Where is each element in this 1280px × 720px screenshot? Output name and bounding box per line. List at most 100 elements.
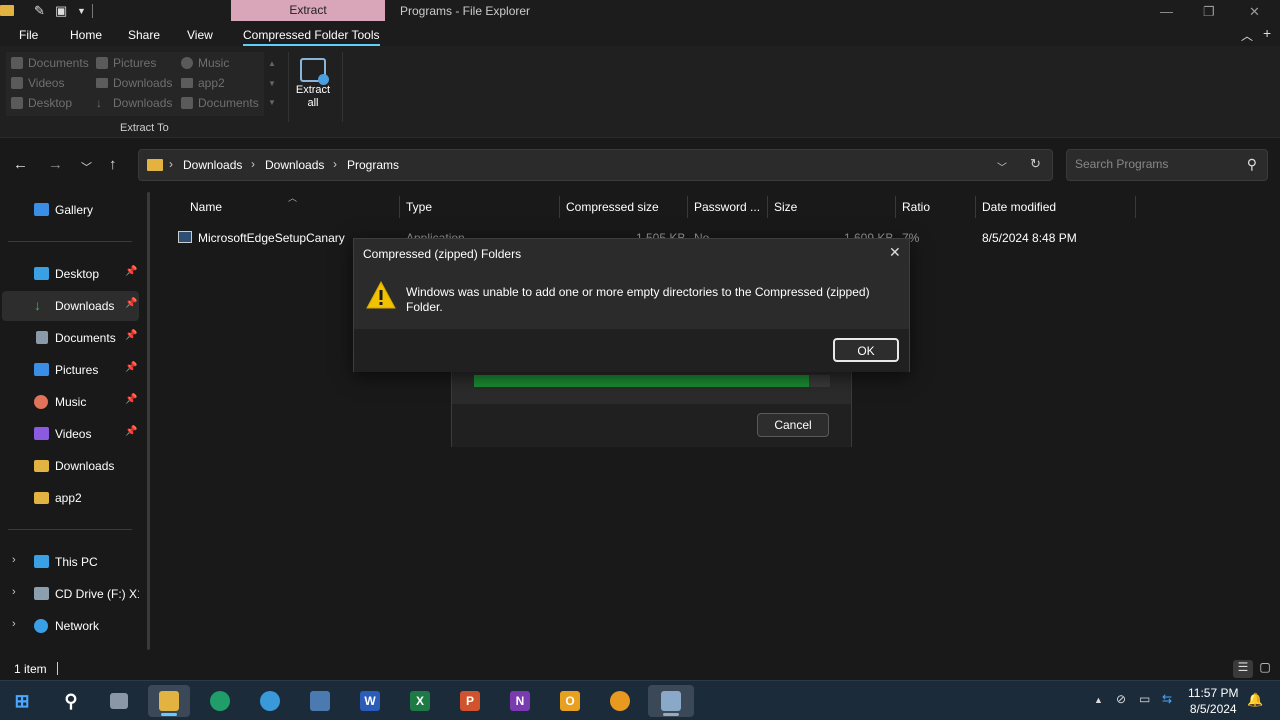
taskbar-zip-dialog[interactable]	[648, 685, 694, 717]
task-view-button[interactable]	[102, 685, 138, 717]
close-icon[interactable]: ✕	[1249, 4, 1260, 20]
taskbar-ball-app[interactable]	[602, 685, 638, 717]
details-view-icon[interactable]: ☰	[1233, 660, 1253, 678]
gallery-scroll-down-icon[interactable]: ▼	[268, 79, 276, 88]
column-header-name[interactable]: Name	[190, 200, 222, 214]
extract-all-button[interactable]: Extract all	[290, 58, 336, 110]
search-box[interactable]: ⚲	[1066, 149, 1268, 181]
pin-icon[interactable]: 📌	[125, 426, 137, 437]
ok-button[interactable]: OK	[833, 338, 899, 362]
clock[interactable]: 11:57 PM 8/5/2024	[1188, 685, 1238, 717]
column-header-password[interactable]: Password ...	[694, 200, 760, 214]
taskbar-outlook[interactable]: O	[552, 685, 588, 717]
expand-chevron-icon[interactable]: ›	[12, 618, 16, 630]
gallery-scroll-up-icon[interactable]: ▲	[268, 59, 276, 68]
properties-icon[interactable]: ✎	[34, 3, 45, 19]
maximize-icon[interactable]: ❐	[1203, 4, 1215, 20]
column-divider[interactable]	[559, 196, 560, 218]
pin-icon[interactable]: 📌	[125, 298, 137, 309]
tab-home[interactable]: Home	[70, 28, 102, 42]
sidebar-item-videos[interactable]: Videos 📌	[2, 419, 139, 449]
back-arrow-icon[interactable]: ←	[13, 156, 28, 173]
new-folder-icon[interactable]: ▣	[55, 3, 67, 19]
cancel-button[interactable]: Cancel	[757, 413, 829, 437]
sidebar-item-music[interactable]: Music 📌	[2, 387, 139, 417]
taskbar-globe-app[interactable]	[252, 685, 288, 717]
network-status-icon[interactable]: ⇆	[1162, 692, 1172, 706]
column-header-type[interactable]: Type	[406, 200, 432, 214]
search-icon[interactable]: ⚲	[1247, 156, 1257, 173]
sidebar-item-downloads[interactable]: ↓ Downloads 📌	[2, 291, 139, 321]
search-input[interactable]	[1075, 157, 1235, 171]
tab-file[interactable]: File	[19, 28, 38, 42]
breadcrumb-chevron-icon[interactable]: ›	[333, 157, 337, 171]
sidebar-scrollbar[interactable]	[147, 192, 150, 650]
collapse-ribbon-icon[interactable]: ︿	[1241, 27, 1253, 44]
sidebar-item-desktop[interactable]: Desktop 📌	[2, 259, 139, 289]
tab-share[interactable]: Share	[128, 28, 160, 42]
sidebar-item-documents[interactable]: Documents 📌	[2, 323, 139, 353]
taskbar-onenote[interactable]: N	[502, 685, 538, 717]
column-header-ratio[interactable]: Ratio	[902, 200, 930, 214]
extract-location-desktop[interactable]: Desktop	[11, 94, 72, 112]
extract-location-downloads[interactable]: Downloads	[96, 74, 172, 92]
breadcrumb-downloads[interactable]: Downloads	[183, 158, 242, 172]
taskbar-powerpoint[interactable]: P	[452, 685, 488, 717]
file-name[interactable]: MicrosoftEdgeSetupCanary	[198, 231, 345, 245]
tab-view[interactable]: View	[187, 28, 213, 42]
breadcrumb-downloads-2[interactable]: Downloads	[265, 158, 324, 172]
sidebar-item-cd-drive[interactable]: › CD Drive (F:) X1(	[2, 579, 139, 609]
start-button[interactable]: ⊞	[4, 685, 40, 717]
column-divider[interactable]	[687, 196, 688, 218]
refresh-icon[interactable]: ↻	[1030, 156, 1041, 172]
extract-location-music[interactable]: Music	[181, 54, 229, 72]
sidebar-item-app2[interactable]: app2	[2, 483, 139, 513]
extract-location-videos[interactable]: Videos	[11, 74, 64, 92]
taskbar-word[interactable]: W	[352, 685, 388, 717]
expand-chevron-icon[interactable]: ›	[12, 586, 16, 598]
address-bar[interactable]: › Downloads › Downloads › Programs ﹀ ↻	[138, 149, 1053, 181]
taskbar-file-explorer[interactable]	[148, 685, 190, 717]
sidebar-item-network[interactable]: › Network	[2, 611, 139, 641]
sidebar-item-downloads-folder[interactable]: Downloads	[2, 451, 139, 481]
column-divider[interactable]	[1135, 196, 1136, 218]
taskbar-remote-app[interactable]	[302, 685, 338, 717]
sidebar-item-pictures[interactable]: Pictures 📌	[2, 355, 139, 385]
recent-locations-chevron-icon[interactable]: ﹀	[81, 159, 92, 175]
breadcrumb-programs[interactable]: Programs	[347, 158, 399, 172]
taskbar-excel[interactable]: X	[402, 685, 438, 717]
sidebar-item-this-pc[interactable]: › This PC	[2, 547, 139, 577]
column-header-size[interactable]: Size	[774, 200, 797, 214]
gallery-expand-icon[interactable]: ▼	[268, 98, 276, 107]
sidebar-item-gallery[interactable]: Gallery	[2, 195, 139, 225]
taskbar-edge-canary[interactable]	[202, 685, 238, 717]
pin-icon[interactable]: 📌	[125, 394, 137, 405]
column-divider[interactable]	[767, 196, 768, 218]
breadcrumb-chevron-icon[interactable]: ›	[169, 157, 173, 171]
column-divider[interactable]	[975, 196, 976, 218]
column-header-date-modified[interactable]: Date modified	[982, 200, 1056, 214]
chevron-down-icon[interactable]: ▼	[77, 6, 86, 16]
pin-icon[interactable]: 📌	[125, 266, 137, 277]
pin-icon[interactable]: 📌	[125, 362, 137, 373]
extract-location-documents-2[interactable]: Documents	[181, 94, 259, 112]
minimize-icon[interactable]: —	[1160, 4, 1173, 19]
tab-compressed-folder-tools[interactable]: Compressed Folder Tools	[243, 28, 380, 46]
pin-icon[interactable]: 📌	[125, 330, 137, 341]
show-hidden-icons-icon[interactable]: ▲	[1094, 695, 1103, 705]
column-divider[interactable]	[895, 196, 896, 218]
tray-app-icon[interactable]: ⊘	[1116, 692, 1126, 706]
expand-chevron-icon[interactable]: ›	[12, 554, 16, 566]
help-plus-icon[interactable]: +	[1263, 25, 1271, 41]
close-icon[interactable]: ✕	[889, 244, 901, 261]
column-divider[interactable]	[399, 196, 400, 218]
extract-location-pictures[interactable]: Pictures	[96, 54, 156, 72]
large-icons-view-icon[interactable]: ▢	[1255, 660, 1275, 678]
display-icon[interactable]: ▭	[1139, 692, 1150, 706]
taskbar-search-button[interactable]: ⚲	[53, 685, 89, 717]
extract-location-app2[interactable]: app2	[181, 74, 225, 92]
extract-location-downloads-2[interactable]: ↓ Downloads	[96, 94, 172, 112]
extract-location-documents[interactable]: Documents	[11, 54, 89, 72]
up-arrow-icon[interactable]: ↑	[109, 156, 117, 173]
breadcrumb-chevron-icon[interactable]: ›	[251, 157, 255, 171]
